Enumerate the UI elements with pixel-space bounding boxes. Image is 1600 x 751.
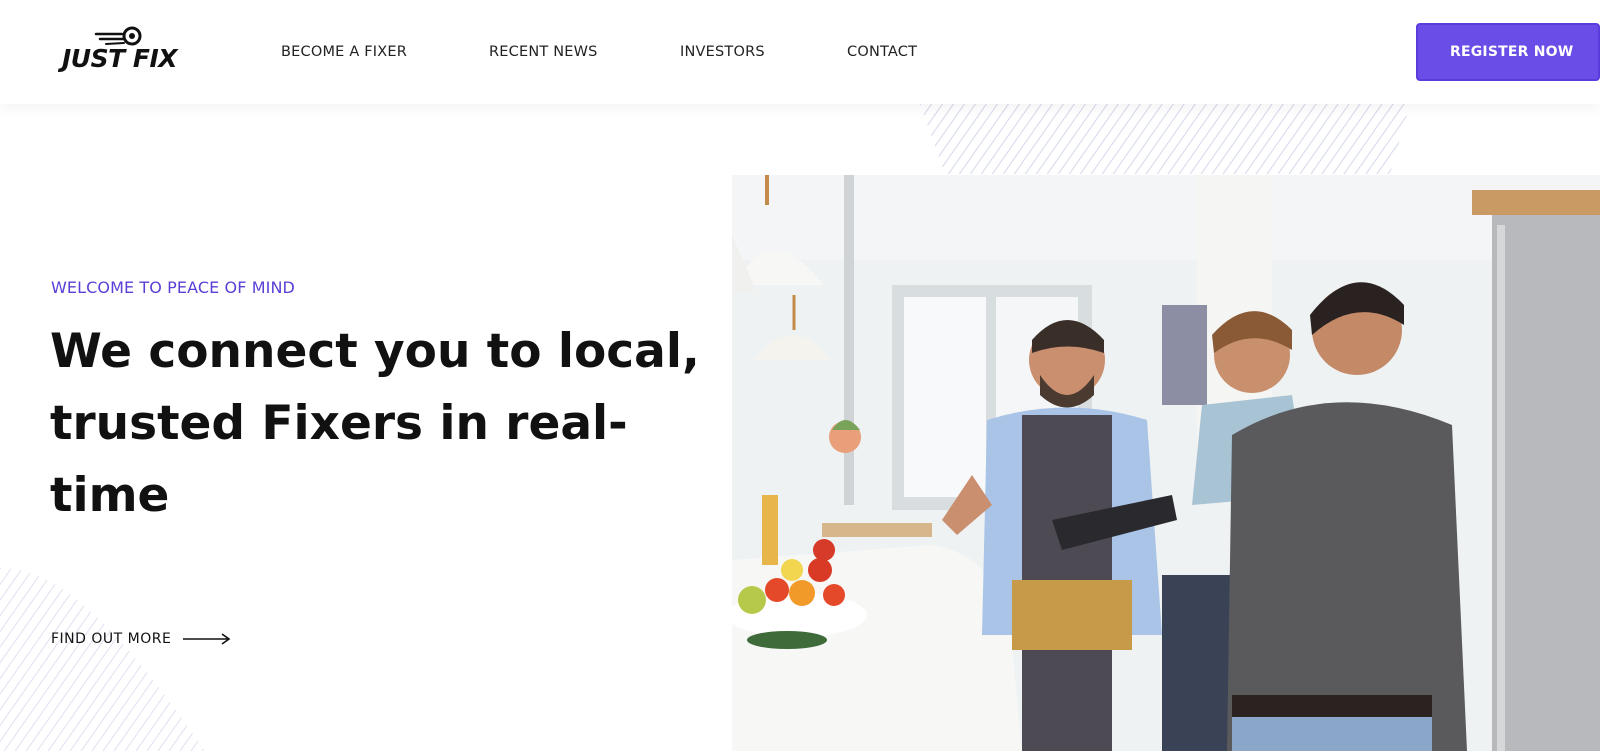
headline-line-3: time xyxy=(50,468,170,523)
site-header: JUST FIX BECOME A FIXER RECENT NEWS INVE… xyxy=(0,0,1600,104)
hero-eyebrow: WELCOME TO PEACE OF MIND xyxy=(51,278,295,297)
find-out-more-link[interactable]: FIND OUT MORE xyxy=(51,631,231,647)
hero-photo-illustration xyxy=(732,175,1600,751)
hero-headline: We connect you to local, trusted Fixers … xyxy=(50,316,700,532)
headline-line-2: trusted Fixers in real- xyxy=(50,396,628,451)
nav-link-recent-news[interactable]: RECENT NEWS xyxy=(489,44,598,60)
nav-link-contact[interactable]: CONTACT xyxy=(847,44,917,60)
find-out-more-label: FIND OUT MORE xyxy=(51,631,172,647)
nav-link-become-a-fixer[interactable]: BECOME A FIXER xyxy=(281,44,407,60)
logo-text: JUST FIX xyxy=(62,44,178,73)
decorative-stripes-top xyxy=(920,104,1410,174)
headline-line-1: We connect you to local, xyxy=(50,324,700,379)
register-now-button[interactable]: REGISTER NOW xyxy=(1416,23,1600,81)
decorative-stripes-bottom xyxy=(0,568,205,751)
nav-link-investors[interactable]: INVESTORS xyxy=(680,44,765,60)
hero-photo xyxy=(732,175,1600,751)
arrow-right-icon xyxy=(183,633,231,645)
logo[interactable]: JUST FIX xyxy=(60,22,178,78)
